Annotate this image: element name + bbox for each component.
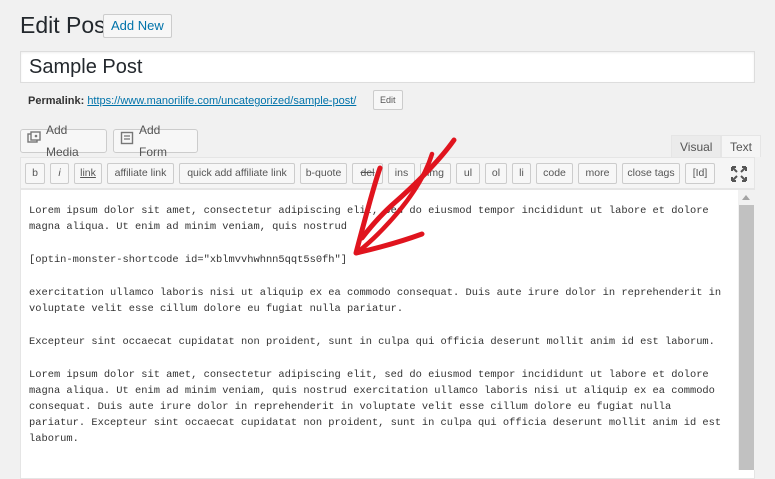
qt-more-button[interactable]: more (578, 163, 617, 184)
tab-visual[interactable]: Visual (671, 135, 722, 157)
qt-code-button[interactable]: code (536, 163, 573, 184)
add-media-button[interactable]: Add Media (20, 123, 107, 159)
qt-ol-button[interactable]: ol (485, 163, 507, 184)
qt-id-button[interactable]: [Id] (685, 163, 715, 184)
page-title: Edit Post (20, 12, 113, 38)
qt-close-tags-button[interactable]: close tags (622, 163, 680, 184)
annotation-arrow-icon (353, 137, 457, 256)
add-new-button[interactable]: Add New (103, 14, 172, 38)
permalink-url[interactable]: https://www.manorilife.com/uncategorized… (87, 95, 356, 107)
scrollbar-thumb[interactable] (739, 205, 754, 470)
post-title-input[interactable]: Sample Post (20, 51, 755, 83)
add-form-button[interactable]: Add Form (113, 123, 198, 159)
qt-li-button[interactable]: li (512, 163, 531, 184)
qt-link-button[interactable]: link (74, 163, 102, 184)
paragraph: exercitation ullamco laboris nisi ut ali… (29, 287, 722, 315)
permalink-label: Permalink: (28, 95, 85, 107)
form-icon (120, 130, 134, 152)
scroll-up-arrow-icon[interactable] (742, 195, 750, 200)
tab-text[interactable]: Text (721, 135, 762, 157)
fullscreen-icon[interactable] (730, 165, 748, 183)
paragraph: Excepteur sint occaecat cupidatat non pr… (29, 336, 715, 348)
qt-italic-button[interactable]: i (50, 163, 69, 184)
qt-quick-add-affiliate-link-button[interactable]: quick add affiliate link (179, 163, 295, 184)
qt-affiliate-link-button[interactable]: affiliate link (107, 163, 174, 184)
permalink-row: Permalink: https://www.manorilife.com/un… (28, 94, 356, 108)
permalink-edit-button[interactable]: Edit (373, 90, 403, 110)
media-icon (27, 130, 41, 152)
paragraph: Lorem ipsum dolor sit amet, consectetur … (29, 369, 722, 445)
qt-bold-button[interactable]: b (25, 163, 45, 184)
